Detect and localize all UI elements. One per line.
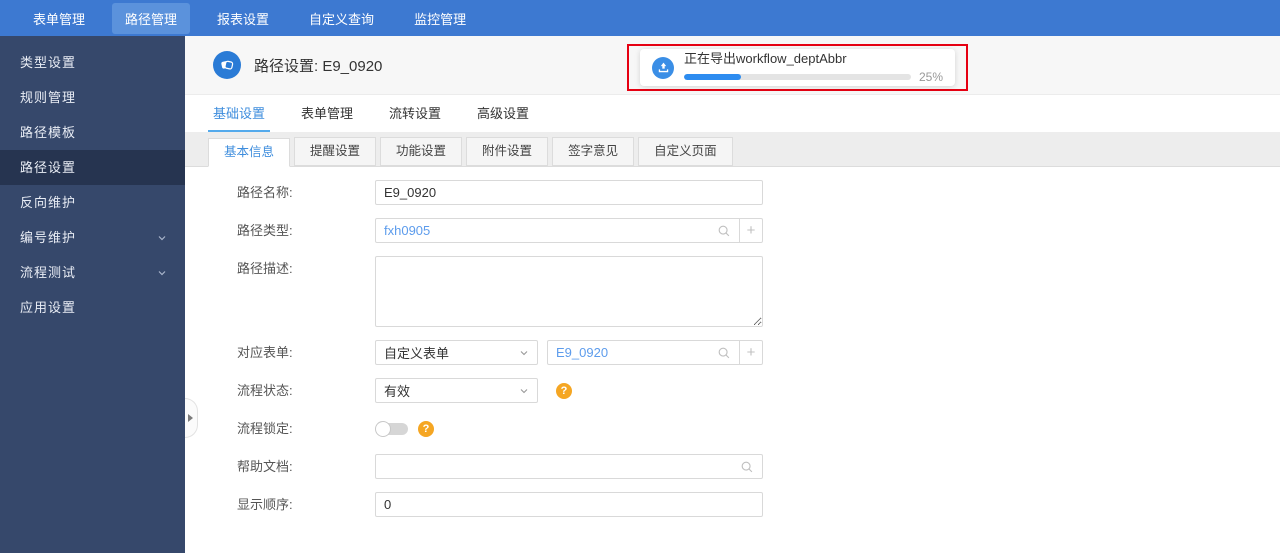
help-icon[interactable]: ? — [418, 420, 434, 437]
add-form-button[interactable]: + — [740, 340, 763, 365]
main-tab-bar: 基础设置 表单管理 流转设置 高级设置 — [185, 95, 1280, 132]
chevron-down-icon — [158, 270, 166, 275]
help-icon[interactable]: ? — [556, 382, 572, 399]
sidebar-item-path-template[interactable]: 路径模板 — [0, 115, 185, 150]
topnav-item-path-management[interactable]: 路径管理 — [112, 2, 191, 34]
topnav-item-form-management[interactable]: 表单管理 — [20, 3, 98, 34]
form-row-flow-lock: 流程锁定: ? — [237, 416, 1280, 441]
tab-advanced-settings[interactable]: 高级设置 — [472, 95, 534, 132]
flow-status-select[interactable]: 有效 — [375, 378, 538, 403]
sidebar-item-label: 规则管理 — [20, 90, 77, 105]
form-binding-value[interactable]: E9_0920 — [556, 345, 717, 360]
subtab-attachment-settings[interactable]: 附件设置 — [466, 137, 549, 166]
export-upload-icon — [652, 56, 674, 79]
search-icon[interactable] — [717, 224, 731, 238]
subtab-reminder-settings[interactable]: 提醒设置 — [294, 137, 377, 166]
form-row-flow-status: 流程状态: 有效 ? — [237, 378, 1280, 403]
form-binding-browse-field[interactable]: E9_0920 — [547, 340, 740, 365]
sidebar-item-number-maintenance[interactable]: 编号维护 — [0, 220, 185, 255]
search-icon[interactable] — [740, 460, 754, 474]
tab-form-management[interactable]: 表单管理 — [296, 95, 358, 132]
path-name-input[interactable] — [375, 180, 763, 205]
sidebar-item-type-settings[interactable]: 类型设置 — [0, 45, 185, 80]
sidebar-item-path-settings[interactable]: 路径设置 — [0, 150, 185, 185]
sidebar-item-application-settings[interactable]: 应用设置 — [0, 290, 185, 325]
field-label: 流程状态: — [237, 383, 293, 398]
subtab-signature-opinion[interactable]: 签字意见 — [552, 137, 635, 166]
search-icon[interactable] — [717, 346, 731, 360]
workflow-icon — [213, 51, 241, 79]
sidebar-item-rule-management[interactable]: 规则管理 — [0, 80, 185, 115]
red-annotation-box: 正在导出workflow_deptAbbr 25% — [627, 44, 968, 91]
subtab-custom-page[interactable]: 自定义页面 — [638, 137, 733, 166]
sidebar: 类型设置 规则管理 路径模板 路径设置 反向维护 编号维护 流程测试 应用设置 — [0, 36, 185, 553]
add-path-type-button[interactable]: + — [740, 218, 763, 243]
sidebar-item-label: 反向维护 — [20, 195, 77, 210]
top-navigation: 表单管理 路径管理 报表设置 自定义查询 监控管理 — [0, 0, 1280, 36]
basic-info-form: 路径名称: 路径类型: fxh0905 + 路径描述: — [185, 167, 1280, 517]
progress-bar-fill — [684, 73, 741, 80]
form-type-select-value: 自定义表单 — [384, 346, 450, 361]
topnav-item-report-settings[interactable]: 报表设置 — [204, 3, 282, 34]
subtab-basic-info[interactable]: 基本信息 — [208, 138, 291, 167]
sidebar-item-label: 应用设置 — [20, 300, 77, 315]
subtab-function-settings[interactable]: 功能设置 — [380, 137, 463, 166]
form-type-select[interactable]: 自定义表单 — [375, 340, 538, 365]
sidebar-item-label: 路径设置 — [20, 160, 77, 175]
sidebar-item-process-test[interactable]: 流程测试 — [0, 255, 185, 290]
form-row-display-order: 显示顺序: — [237, 492, 1280, 517]
sidebar-item-label: 流程测试 — [20, 265, 77, 280]
chevron-down-icon — [520, 350, 528, 355]
field-label: 路径描述: — [237, 261, 293, 276]
path-description-textarea[interactable] — [375, 256, 763, 327]
form-row-help-doc: 帮助文档: — [237, 454, 1280, 479]
form-row-path-name: 路径名称: — [237, 180, 1280, 205]
tab-flow-settings[interactable]: 流转设置 — [384, 95, 446, 132]
form-row-path-type: 路径类型: fxh0905 + — [237, 218, 1280, 243]
field-label: 流程锁定: — [237, 421, 293, 436]
main-content: 路径设置: E9_0920 基础设置 表单管理 流转设置 高级设置 基本信息 提… — [185, 36, 1280, 553]
sidebar-item-reverse-maintenance[interactable]: 反向维护 — [0, 185, 185, 220]
flow-lock-toggle[interactable] — [375, 420, 409, 437]
sidebar-item-label: 路径模板 — [20, 125, 77, 140]
export-progress-toast: 正在导出workflow_deptAbbr 25% — [640, 49, 955, 86]
page-title: 路径设置: E9_0920 — [254, 57, 383, 75]
export-status-text: 正在导出workflow_deptAbbr — [684, 50, 847, 66]
toggle-knob — [375, 420, 391, 437]
sidebar-item-label: 编号维护 — [20, 230, 77, 245]
path-type-browse-field[interactable]: fxh0905 — [375, 218, 740, 243]
chevron-down-icon — [158, 235, 166, 240]
field-label: 对应表单: — [237, 345, 293, 360]
display-order-input[interactable] — [375, 492, 763, 517]
path-type-value[interactable]: fxh0905 — [384, 223, 717, 238]
field-label: 路径名称: — [237, 185, 293, 200]
sidebar-item-label: 类型设置 — [20, 55, 77, 70]
chevron-down-icon — [520, 388, 528, 393]
progress-percent-label: 25% — [918, 69, 943, 84]
sub-tab-bar: 基本信息 提醒设置 功能设置 附件设置 签字意见 自定义页面 — [185, 132, 1280, 167]
field-label: 帮助文档: — [237, 459, 293, 474]
flow-status-select-value: 有效 — [384, 384, 411, 399]
field-label: 路径类型: — [237, 223, 293, 238]
topnav-item-monitor-management[interactable]: 监控管理 — [401, 3, 479, 34]
arrow-right-icon — [188, 414, 193, 422]
topnav-item-custom-query[interactable]: 自定义查询 — [296, 3, 387, 34]
form-row-form-binding: 对应表单: 自定义表单 E9_0920 + — [237, 340, 1280, 365]
help-doc-browse-field[interactable] — [375, 454, 763, 479]
progress-bar-track — [684, 73, 911, 80]
tab-basic-settings[interactable]: 基础设置 — [208, 95, 271, 132]
field-label: 显示顺序: — [237, 497, 293, 512]
form-row-path-description: 路径描述: — [237, 256, 1280, 327]
